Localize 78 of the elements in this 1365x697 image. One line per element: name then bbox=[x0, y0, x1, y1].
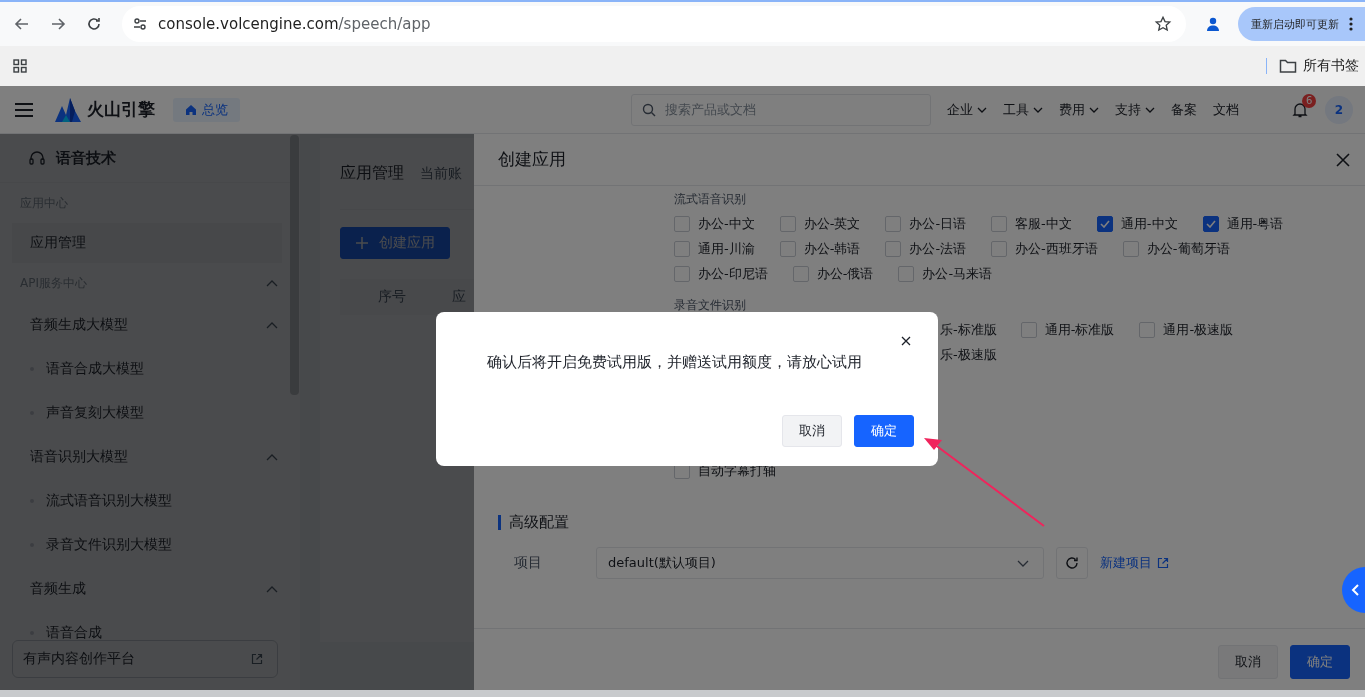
bookmark-folder[interactable]: 所有书签 bbox=[1279, 57, 1359, 75]
back-icon[interactable] bbox=[14, 16, 30, 32]
checkbox-option[interactable]: 客服-中文 bbox=[991, 214, 1072, 233]
checkbox-option[interactable]: 办公-法语 bbox=[885, 239, 967, 258]
url-text: console.volcengine.com/speech/app bbox=[158, 15, 431, 33]
plus-icon bbox=[355, 236, 369, 250]
reload-icon[interactable] bbox=[86, 16, 102, 32]
option-label: 乐-极速版 bbox=[940, 345, 997, 364]
external-link-icon bbox=[1157, 557, 1169, 569]
field-label: 项目 bbox=[513, 554, 543, 572]
checkmark-icon bbox=[1205, 219, 1216, 228]
section-label: 录音文件识别 bbox=[674, 297, 747, 314]
caret-icon bbox=[977, 106, 987, 113]
checkbox-option[interactable]: 通用-标准版 bbox=[1020, 320, 1115, 339]
caret-icon bbox=[1145, 106, 1155, 113]
confirm-button[interactable]: 确定 bbox=[1290, 645, 1350, 679]
chevron-down-icon bbox=[1017, 559, 1029, 567]
overview-tab[interactable]: 总览 bbox=[173, 97, 240, 122]
checkbox-option[interactable]: 办公-印尼语 bbox=[674, 264, 768, 283]
avatar[interactable]: 2 bbox=[1325, 95, 1353, 124]
project-select[interactable]: default(默认项目) bbox=[596, 547, 1044, 579]
address-bar[interactable]: console.volcengine.com/speech/app bbox=[122, 6, 1186, 42]
section-label: 流式语音识别 bbox=[674, 191, 747, 208]
checkbox-option[interactable]: 通用-极速版 bbox=[1139, 320, 1234, 339]
logo-text: 火山引擎 bbox=[87, 98, 155, 121]
cancel-button[interactable]: 取消 bbox=[1218, 645, 1278, 679]
nav-menu[interactable]: 文档 bbox=[1213, 100, 1239, 119]
nav-menu[interactable]: 备案 bbox=[1171, 100, 1197, 119]
forward-icon[interactable] bbox=[50, 16, 66, 32]
refresh-icon bbox=[1065, 556, 1079, 570]
drawer-title: 创建应用 bbox=[498, 148, 566, 171]
folder-icon bbox=[1279, 58, 1297, 74]
checkbox-option[interactable]: 通用-中文 bbox=[1096, 214, 1178, 233]
bell-icon[interactable] bbox=[1292, 101, 1308, 118]
checkbox-option[interactable]: 通用-川渝 bbox=[674, 239, 755, 258]
checkbox-option[interactable]: 办公-俄语 bbox=[792, 264, 874, 283]
dialog-message: 确认后将开启免费试用版，并赠送试用额度，请放心试用 bbox=[487, 352, 863, 372]
checkmark-icon bbox=[1099, 219, 1110, 228]
checkbox-option[interactable]: 办公-马来语 bbox=[898, 264, 993, 283]
checkbox-option[interactable]: 办公-英文 bbox=[779, 214, 861, 233]
sidebar-title: 语音技术 bbox=[56, 148, 116, 168]
close-icon[interactable] bbox=[901, 336, 911, 346]
option-label: 乐-标准版 bbox=[940, 320, 997, 339]
scrollbar-thumb[interactable] bbox=[290, 135, 299, 395]
checkbox-option[interactable]: 办公-韩语 bbox=[779, 239, 861, 258]
checkbox-option[interactable]: 办公-西班牙语 bbox=[991, 239, 1098, 258]
new-project-link[interactable]: 新建项目 bbox=[1100, 554, 1169, 572]
caret-icon bbox=[1089, 106, 1099, 113]
menu-icon[interactable] bbox=[15, 102, 33, 117]
apps-grid-icon[interactable] bbox=[12, 58, 28, 74]
checkbox-option[interactable]: 办公-葡萄牙语 bbox=[1122, 239, 1230, 258]
external-link-icon bbox=[251, 653, 263, 665]
nav-menu[interactable]: 费用 bbox=[1059, 100, 1099, 119]
checkbox-option[interactable]: 办公-中文 bbox=[674, 214, 755, 233]
site-settings-icon[interactable] bbox=[132, 16, 148, 32]
refresh-button[interactable] bbox=[1056, 547, 1088, 579]
checkbox[interactable] bbox=[1202, 215, 1219, 232]
checkbox-option[interactable]: 办公-日语 bbox=[885, 214, 967, 233]
headset-icon bbox=[28, 149, 46, 167]
mountain-logo-icon bbox=[55, 97, 81, 122]
caret-icon bbox=[1033, 106, 1043, 113]
home-icon bbox=[185, 103, 197, 116]
nav-menu[interactable]: 企业 bbox=[947, 100, 987, 119]
section-title: 高级配置 bbox=[509, 513, 569, 531]
profile-icon[interactable] bbox=[1205, 16, 1221, 32]
more-icon bbox=[1349, 17, 1353, 31]
search-field[interactable]: 搜索产品或文档 bbox=[631, 93, 931, 126]
confirm-button[interactable]: 确定 bbox=[854, 415, 914, 447]
nav-menu[interactable]: 支持 bbox=[1115, 100, 1155, 119]
notification-badge: 6 bbox=[1302, 93, 1317, 108]
page-title: 应用管理 bbox=[340, 163, 404, 184]
checkbox[interactable] bbox=[1096, 215, 1113, 232]
update-button[interactable]: 重新启动即可更新 bbox=[1238, 7, 1365, 41]
checkbox-option[interactable]: 通用-粤语 bbox=[1202, 214, 1284, 233]
cancel-button[interactable]: 取消 bbox=[782, 415, 842, 447]
star-icon[interactable] bbox=[1154, 15, 1172, 33]
nav-menu[interactable]: 工具 bbox=[1003, 100, 1043, 119]
chevron-left-icon bbox=[1350, 584, 1360, 596]
